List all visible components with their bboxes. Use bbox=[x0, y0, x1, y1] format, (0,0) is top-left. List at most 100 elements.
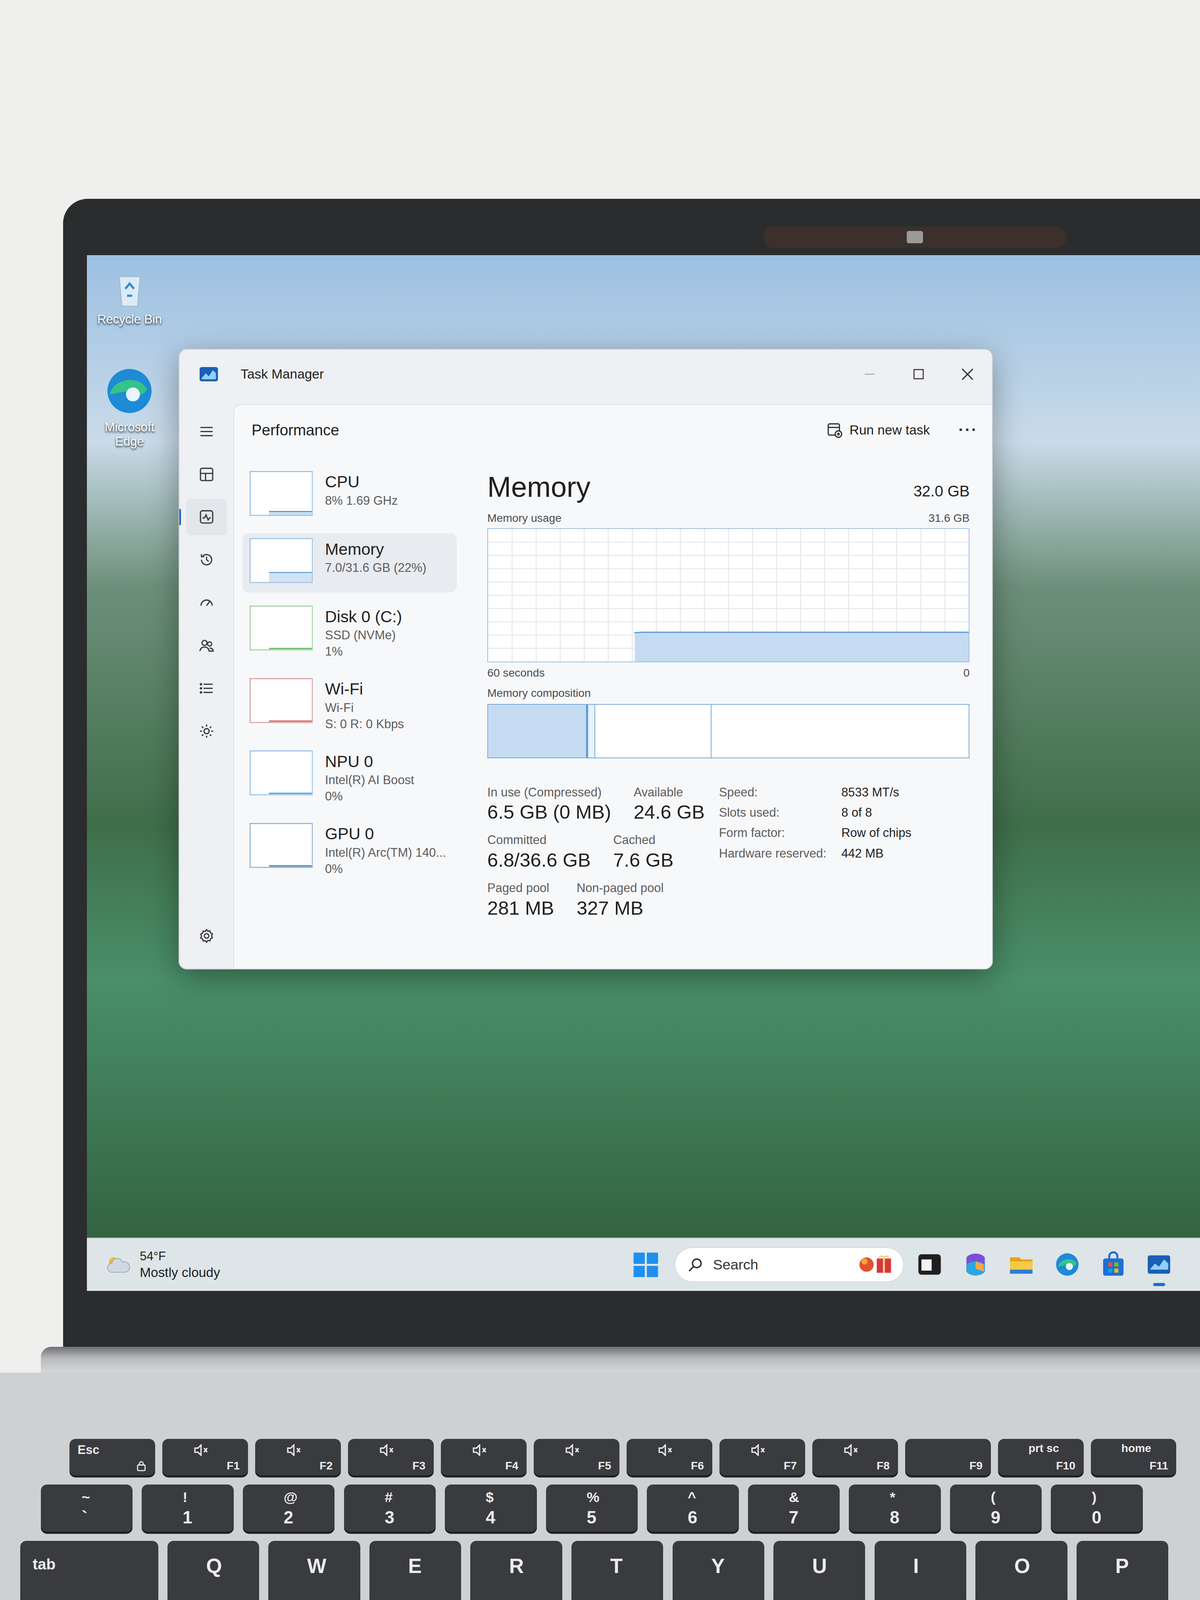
performance-panel: Performance Run new task ··· CPU8% 1.69 GHz… bbox=[233, 403, 993, 969]
keyboard-key[interactable]: F2 bbox=[255, 1438, 341, 1476]
keyboard-key[interactable]: tab bbox=[20, 1540, 158, 1600]
keyboard-key[interactable]: F6 bbox=[626, 1438, 713, 1476]
axis-start-label: 60 seconds bbox=[487, 665, 545, 680]
stat-label: Cached bbox=[613, 832, 674, 849]
keyboard-key[interactable]: %5 bbox=[546, 1484, 638, 1532]
keyboard-key[interactable]: ~` bbox=[40, 1484, 133, 1532]
taskbar-app[interactable] bbox=[960, 1242, 991, 1287]
menu-icon bbox=[198, 423, 215, 440]
minimize-icon[interactable] bbox=[845, 349, 895, 399]
keyboard-key[interactable]: F5 bbox=[533, 1438, 620, 1476]
resource-text: Memory7.0/31.6 GB (22%) bbox=[325, 538, 427, 576]
keyboard-key[interactable]: W bbox=[268, 1540, 360, 1600]
stat-block: In use (Compressed)6.5 GB (0 MB) bbox=[487, 784, 612, 825]
start-icon[interactable] bbox=[630, 1251, 662, 1279]
keyboard-key[interactable]: !1 bbox=[141, 1484, 234, 1532]
key-bottom-label: 0 bbox=[1091, 1507, 1102, 1528]
keyboard-key[interactable]: homeF11 bbox=[1090, 1438, 1177, 1476]
resource-text: Disk 0 (C:)SSD (NVMe)1% bbox=[325, 605, 402, 660]
detail-label: Slots used: bbox=[719, 805, 842, 821]
keyboard-key[interactable]: F8 bbox=[812, 1438, 899, 1476]
webcam-bar bbox=[763, 226, 1067, 249]
desktop-icon[interactable]: Microsoft Edge bbox=[90, 365, 169, 450]
keyboard-key[interactable]: F4 bbox=[440, 1438, 527, 1476]
key-label: O bbox=[1014, 1553, 1031, 1579]
page-title: Performance bbox=[251, 418, 340, 442]
keyboard-key[interactable]: )0 bbox=[1050, 1484, 1143, 1532]
more-button[interactable]: ··· bbox=[958, 417, 978, 443]
keyboard-key[interactable]: F7 bbox=[719, 1438, 806, 1476]
keyboard-key[interactable]: F9 bbox=[905, 1438, 991, 1476]
keyboard-key[interactable]: (9 bbox=[950, 1484, 1042, 1532]
nav-startup-button[interactable] bbox=[186, 584, 227, 622]
memory-title: Memory bbox=[487, 469, 591, 505]
keyboard-key[interactable]: P bbox=[1076, 1540, 1169, 1600]
keyboard-key[interactable]: F1 bbox=[162, 1438, 249, 1476]
weather-condition: Mostly cloudy bbox=[139, 1264, 220, 1281]
resource-title: NPU 0 bbox=[325, 751, 415, 772]
taskbar-app[interactable] bbox=[1143, 1242, 1175, 1287]
stat-value: 24.6 GB bbox=[633, 800, 705, 825]
taskbar-app[interactable] bbox=[1051, 1242, 1083, 1287]
resource-item[interactable]: NPU 0Intel(R) AI Boost0% bbox=[242, 745, 457, 810]
run-new-task-button[interactable]: Run new task bbox=[819, 416, 936, 445]
keyboard-key[interactable]: Esc bbox=[69, 1438, 156, 1476]
keyboard-key[interactable]: F3 bbox=[348, 1438, 434, 1476]
keyboard-key[interactable]: I bbox=[874, 1540, 967, 1600]
key-top-label: ) bbox=[1091, 1488, 1097, 1506]
window-body: Performance Run new task ··· CPU8% 1.69 GHz… bbox=[179, 398, 993, 969]
keyboard-key[interactable]: #3 bbox=[344, 1484, 436, 1532]
keyboard-key[interactable]: @2 bbox=[242, 1484, 335, 1532]
keyboard-key[interactable]: prt scF10 bbox=[998, 1438, 1084, 1476]
keyboard-key[interactable]: $4 bbox=[444, 1484, 537, 1532]
taskbar-app[interactable] bbox=[1005, 1242, 1037, 1287]
resource-item[interactable]: Wi-FiWi-FiS: 0 R: 0 Kbps bbox=[242, 673, 457, 738]
resource-item[interactable]: GPU 0Intel(R) Arc(TM) 140...0% bbox=[242, 817, 457, 883]
nav-processes-button[interactable] bbox=[186, 455, 227, 493]
nav-settings-button[interactable] bbox=[186, 917, 227, 955]
resource-item[interactable]: Disk 0 (C:)SSD (NVMe)1% bbox=[242, 600, 457, 665]
resource-detail: S: 0 R: 0 Kbps bbox=[325, 715, 404, 733]
desktop-icon[interactable]: Recycle Bin bbox=[90, 269, 169, 327]
nav-history-button[interactable] bbox=[186, 541, 227, 579]
keyboard-key[interactable]: U bbox=[773, 1540, 866, 1600]
nav-users-button[interactable] bbox=[186, 627, 227, 665]
keyboard-key[interactable]: &7 bbox=[748, 1484, 840, 1532]
search-highlight-icon bbox=[856, 1252, 898, 1277]
resource-title: Memory bbox=[325, 539, 427, 560]
memory-stat-blocks: In use (Compressed)6.5 GB (0 MB)Availabl… bbox=[487, 784, 707, 921]
key-label: R bbox=[509, 1553, 524, 1579]
resource-thumbnail bbox=[249, 678, 313, 724]
key-bottom-label: 1 bbox=[182, 1507, 193, 1528]
keyboard-key[interactable]: R bbox=[470, 1540, 562, 1600]
key-top-label: $ bbox=[485, 1488, 494, 1506]
keyboard-key[interactable]: *8 bbox=[848, 1484, 941, 1532]
maximize-icon[interactable] bbox=[894, 349, 943, 399]
keyboard-key[interactable]: T bbox=[571, 1540, 664, 1600]
nav-menu-button[interactable] bbox=[186, 413, 227, 450]
resource-item[interactable]: CPU8% 1.69 GHz bbox=[242, 465, 457, 525]
detail-label: Form factor: bbox=[719, 825, 842, 841]
laptop-hinge bbox=[40, 1346, 1200, 1373]
resource-detail: 7.0/31.6 GB (22%) bbox=[325, 559, 427, 576]
keyboard-key[interactable]: Q bbox=[167, 1540, 260, 1600]
weather-widget[interactable]: 54°FMostly cloudy bbox=[86, 1248, 631, 1281]
stat-value: 7.6 GB bbox=[613, 848, 674, 873]
keyboard-key[interactable]: ^6 bbox=[646, 1484, 739, 1532]
resource-item[interactable]: Memory7.0/31.6 GB (22%) bbox=[242, 533, 457, 593]
key-bottom-label: 6 bbox=[687, 1507, 698, 1528]
run-task-icon bbox=[826, 421, 843, 439]
nav-performance-button[interactable] bbox=[186, 498, 227, 536]
close-icon[interactable] bbox=[943, 349, 993, 399]
keyboard-key[interactable]: O bbox=[975, 1540, 1068, 1600]
key-label: T bbox=[610, 1553, 623, 1579]
taskbar-app[interactable] bbox=[1098, 1242, 1129, 1287]
taskbar-app[interactable] bbox=[914, 1242, 945, 1287]
keyboard-key[interactable]: Y bbox=[672, 1540, 765, 1600]
taskbar-search[interactable]: Search bbox=[674, 1247, 905, 1282]
nav-services-button[interactable] bbox=[186, 713, 227, 750]
resource-detail: Wi-Fi bbox=[325, 699, 404, 716]
app-running-indicator bbox=[1061, 1282, 1074, 1287]
keyboard-key[interactable]: E bbox=[369, 1540, 462, 1600]
nav-details-button[interactable] bbox=[186, 670, 227, 708]
